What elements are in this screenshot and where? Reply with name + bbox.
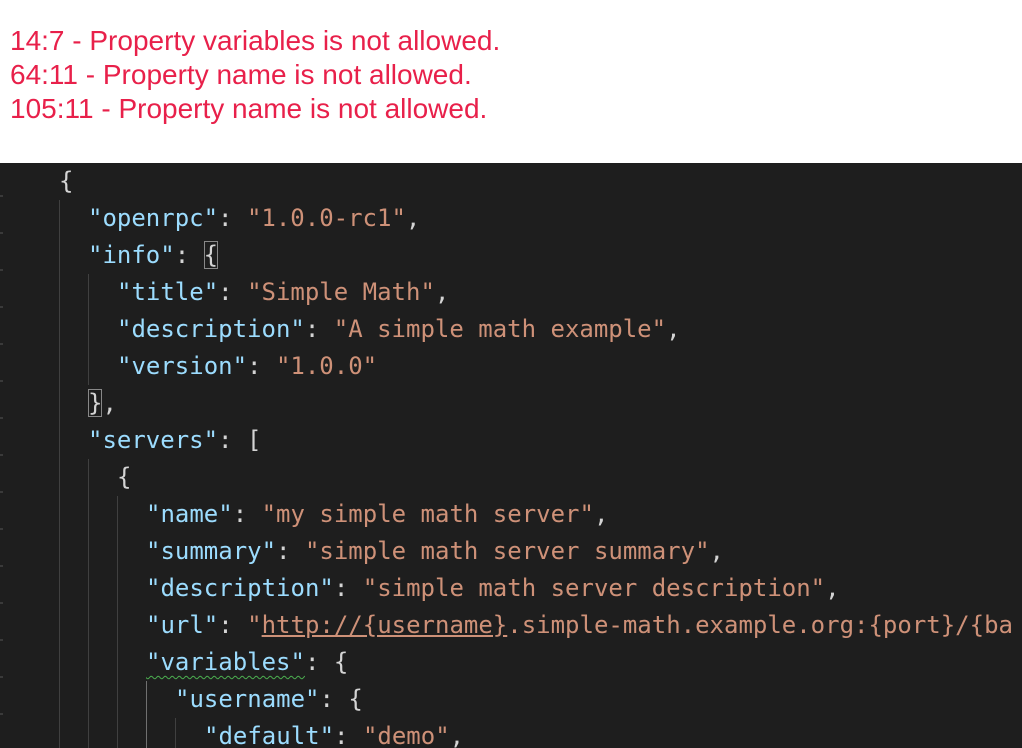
json-key-with-warning: "variables" <box>146 648 305 676</box>
json-string: "1.0.0-rc1" <box>246 204 406 232</box>
matched-bracket: { <box>203 241 219 269</box>
json-string: "simple math server description" <box>362 574 826 602</box>
gutter-marker <box>0 602 3 604</box>
code-line-1: { <box>59 163 73 200</box>
json-key: "description" <box>117 315 305 343</box>
error-message: 14:7 - Property variables is not allowed… <box>10 25 501 56</box>
code-line-11: "summary": "simple math server summary", <box>146 537 724 565</box>
gutter-marker <box>0 639 3 641</box>
json-string: "Simple Math" <box>247 278 435 306</box>
code-line-14: "variables": { <box>146 648 349 676</box>
gutter-marker <box>0 232 3 234</box>
gutter-marker <box>0 528 3 530</box>
validation-error-panel: 14:7 - Property variables is not allowed… <box>0 0 1022 163</box>
code-line-3: "info": { <box>88 241 219 269</box>
json-string: "A simple math example" <box>333 315 667 343</box>
json-key: "url" <box>146 611 219 639</box>
indent-guide <box>88 274 89 385</box>
json-string: "my simple math server" <box>261 500 594 528</box>
code-line-13: "url": "http://{username}.simple-math.ex… <box>146 611 1013 639</box>
indent-guide <box>175 718 176 748</box>
json-string: "1.0.0" <box>275 352 378 380</box>
json-string: "demo" <box>362 722 450 748</box>
code-line-7: }, <box>88 389 117 417</box>
gutter-marker <box>0 306 3 308</box>
json-key: "description" <box>146 574 334 602</box>
json-key: "info" <box>88 241 175 269</box>
code-line-4: "title": "Simple Math", <box>117 278 450 306</box>
code-editor[interactable]: { "openrpc": "1.0.0-rc1", "info": { "tit… <box>0 163 1022 748</box>
code-line-9: { <box>117 459 131 496</box>
gutter-marker <box>0 565 3 567</box>
json-key: "version" <box>117 352 248 380</box>
json-key: "username" <box>175 685 320 713</box>
indent-guide-active <box>146 681 147 748</box>
json-key: "title" <box>117 278 219 306</box>
gutter-marker <box>0 676 3 678</box>
code-line-6: "version": "1.0.0" <box>117 352 378 380</box>
json-key: "servers" <box>88 426 219 454</box>
error-message: 105:11 - Property name is not allowed. <box>10 93 488 124</box>
json-key: "openrpc" <box>88 204 219 232</box>
gutter-marker <box>0 195 3 197</box>
gutter-marker <box>0 269 3 271</box>
json-key: "default" <box>204 722 335 748</box>
code-line-12: "description": "simple math server descr… <box>146 574 840 602</box>
gutter-marker <box>0 491 3 493</box>
json-string: "simple math server summary" <box>304 537 710 565</box>
error-message: 64:11 - Property name is not allowed. <box>10 59 472 90</box>
brace-open: { <box>59 167 74 195</box>
gutter-marker <box>0 713 3 715</box>
indent-guide <box>88 459 89 748</box>
code-line-5: "description": "A simple math example", <box>117 315 681 343</box>
indent-guide <box>117 496 118 748</box>
code-line-10: "name": "my simple math server", <box>146 500 609 528</box>
gutter-marker <box>0 343 3 345</box>
matched-bracket: } <box>88 389 103 417</box>
brace-open: { <box>117 463 132 491</box>
json-key: "name" <box>146 500 233 528</box>
json-key: "summary" <box>146 537 277 565</box>
gutter-marker <box>0 454 3 456</box>
code-line-8: "servers": [ <box>88 426 262 454</box>
code-line-16: "default": "demo", <box>204 722 465 748</box>
code-line-2: "openrpc": "1.0.0-rc1", <box>88 204 421 232</box>
indent-guide <box>59 200 60 748</box>
gutter-marker <box>0 417 3 419</box>
code-line-15: "username": { <box>175 685 363 713</box>
gutter-marker <box>0 380 3 382</box>
url-link[interactable]: http://{username} <box>262 611 508 639</box>
json-string: .simple-math.example.org:{port}/{ba <box>507 611 1013 639</box>
